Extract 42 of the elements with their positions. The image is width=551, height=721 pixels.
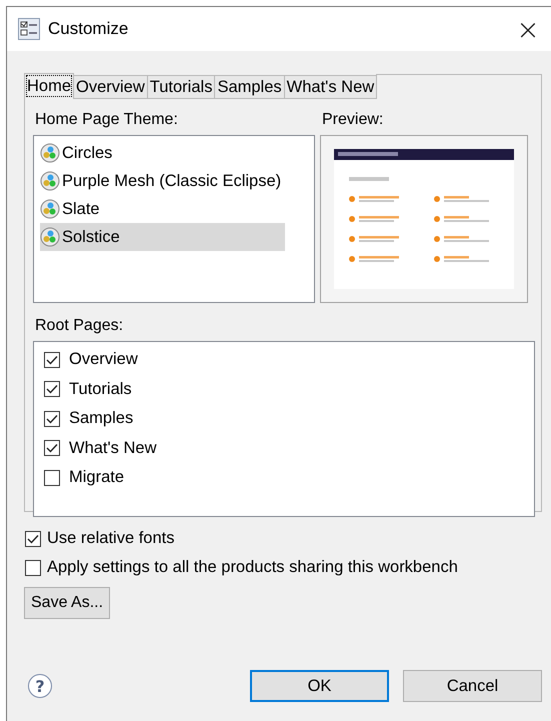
theme-icon: [40, 171, 60, 191]
theme-label: Home Page Theme:: [34, 111, 179, 130]
theme-icon: [40, 143, 60, 163]
dialog-icon: [18, 18, 40, 40]
window-title: Customize: [48, 19, 130, 39]
checkbox[interactable]: [25, 530, 41, 546]
checkbox[interactable]: [44, 440, 60, 456]
checkbox[interactable]: [44, 352, 60, 368]
tab[interactable]: What's New: [284, 75, 378, 99]
check-icon: [27, 534, 39, 544]
save-as-button[interactable]: Save As...: [24, 587, 110, 619]
check-icon: [46, 414, 58, 424]
root-pages-label: Root Pages:: [34, 317, 124, 336]
checkbox-label: Tutorials: [69, 380, 132, 399]
check-icon: [46, 354, 58, 365]
theme-item[interactable]: Circles: [40, 139, 285, 167]
tab[interactable]: Overview: [73, 75, 148, 99]
theme-icon: [40, 227, 60, 247]
checkbox-label: Samples: [69, 409, 134, 428]
checkbox[interactable]: [44, 410, 60, 427]
close-button[interactable]: ×: [505, 7, 551, 51]
checkbox[interactable]: [44, 381, 60, 398]
checkbox-label: Overview: [69, 350, 138, 370]
checkbox[interactable]: [44, 470, 60, 486]
checkbox-label: Migrate: [69, 468, 124, 488]
preview-label: Preview:: [321, 111, 384, 130]
ok-button[interactable]: OK: [250, 670, 389, 702]
theme-icon: [40, 199, 60, 219]
tab[interactable]: Home: [24, 73, 74, 99]
tab[interactable]: Samples: [214, 75, 285, 99]
checkbox-label: Apply settings to all the products sharing this workbench: [47, 558, 458, 577]
tab[interactable]: Tutorials: [146, 75, 216, 99]
theme-item[interactable]: Slate: [40, 195, 285, 223]
checkbox[interactable]: [25, 560, 41, 576]
help-button[interactable]: ?: [28, 674, 52, 698]
check-icon: [46, 384, 58, 394]
cancel-button[interactable]: Cancel: [403, 670, 542, 702]
theme-item[interactable]: Purple Mesh (Classic Eclipse): [40, 167, 285, 195]
check-icon: [46, 443, 58, 454]
theme-item[interactable]: Solstice: [40, 223, 285, 251]
checkbox-label: Use relative fonts: [47, 529, 174, 548]
checkbox-label: What's New: [69, 438, 157, 458]
